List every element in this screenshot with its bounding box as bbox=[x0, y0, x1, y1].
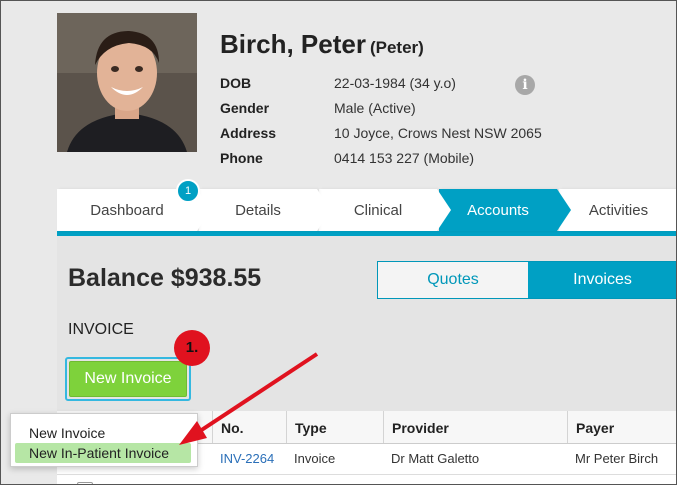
tab-notch bbox=[557, 189, 571, 231]
quotes-invoices-toggle: Quotes Invoices bbox=[377, 261, 676, 299]
column-header-type[interactable]: Type bbox=[286, 411, 383, 443]
tab-notch bbox=[437, 189, 451, 231]
tab-accounts[interactable]: Accounts bbox=[439, 189, 571, 231]
app-window: Birch, Peter (Peter) DOB 22-03-1984 (34 y… bbox=[0, 0, 677, 485]
invoice-payer: Mr Peter Birch bbox=[567, 475, 676, 484]
left-gutter bbox=[1, 1, 57, 484]
new-invoice-focus-ring: New Invoice bbox=[65, 357, 191, 401]
notification-badge: 1 bbox=[176, 179, 200, 203]
info-row-phone: Phone 0414 153 227 (Mobile) bbox=[220, 150, 542, 175]
step-marker: 1. bbox=[174, 330, 210, 366]
column-header-provider[interactable]: Provider bbox=[383, 411, 567, 443]
invoice-type: Invoice bbox=[286, 475, 383, 484]
column-header-no[interactable]: No. bbox=[212, 411, 286, 443]
invoice-provider: Dr Rob Allingham bbox=[383, 475, 567, 484]
info-label: Phone bbox=[220, 150, 263, 166]
tab-label: Accounts bbox=[467, 201, 529, 219]
info-row-dob: DOB 22-03-1984 (34 y.o) bbox=[220, 75, 542, 100]
table-row[interactable]: 10/05/2018 INV-2210 Invoice Dr Rob Allin… bbox=[57, 475, 676, 484]
tab-label: Clinical bbox=[353, 201, 403, 219]
info-value: Male (Active) bbox=[334, 100, 416, 116]
info-label: Address bbox=[220, 125, 277, 141]
invoices-toggle-button[interactable]: Invoices bbox=[528, 262, 676, 298]
info-value: 22-03-1984 (34 y.o) bbox=[334, 75, 456, 91]
info-label: Gender bbox=[220, 100, 270, 116]
new-invoice-button[interactable]: New Invoice bbox=[69, 361, 187, 397]
menu-item-new-in-patient-invoice[interactable]: New In-Patient Invoice bbox=[15, 443, 191, 463]
patient-name: Birch, Peter (Peter) bbox=[220, 29, 424, 60]
info-row-gender: Gender Male (Active) bbox=[220, 100, 542, 125]
tab-notch bbox=[317, 189, 331, 231]
invoice-provider: Dr Matt Galetto bbox=[391, 451, 480, 466]
tab-label: Dashboard bbox=[90, 201, 164, 219]
tab-details[interactable]: Details bbox=[199, 189, 331, 231]
avatar-image bbox=[57, 13, 197, 152]
info-value: 10 Joyce, Crows Nest NSW 2065 bbox=[334, 125, 542, 141]
tab-clinical[interactable]: Clinical bbox=[319, 189, 451, 231]
section-title: INVOICE bbox=[68, 321, 134, 338]
patient-nickname: (Peter) bbox=[369, 38, 424, 57]
invoice-date: 10/05/2018 bbox=[101, 475, 211, 484]
column-header-payer[interactable]: Payer bbox=[567, 411, 676, 443]
quotes-toggle-button[interactable]: Quotes bbox=[378, 262, 528, 298]
patient-info: DOB 22-03-1984 (34 y.o) Gender Male (Act… bbox=[220, 75, 542, 175]
tab-label: Details bbox=[235, 201, 281, 219]
tab-activities[interactable]: Activities bbox=[559, 189, 676, 231]
balance-amount: Balance $938.55 bbox=[68, 264, 262, 292]
patient-photo bbox=[57, 13, 197, 152]
info-label: DOB bbox=[220, 75, 252, 91]
info-icon[interactable]: i bbox=[515, 75, 535, 95]
invoice-number-link[interactable]: INV-2210 bbox=[212, 475, 286, 484]
invoice-type: Invoice bbox=[294, 451, 336, 466]
tab-label: Activities bbox=[588, 201, 649, 219]
menu-item-new-invoice[interactable]: New Invoice bbox=[15, 423, 119, 443]
patient-tabs: Dashboard Details Clinical Accounts Acti… bbox=[57, 189, 676, 231]
new-invoice-dropdown-menu: New Invoice New In-Patient Invoice bbox=[10, 413, 198, 467]
info-row-address: Address 10 Joyce, Crows Nest NSW 2065 bbox=[220, 125, 542, 150]
invoice-payer: Mr Peter Birch bbox=[575, 451, 659, 466]
patient-full-name: Birch, Peter bbox=[220, 29, 366, 59]
info-value: 0414 153 227 (Mobile) bbox=[334, 150, 475, 166]
invoice-number-link[interactable]: INV-2264 bbox=[212, 444, 286, 474]
